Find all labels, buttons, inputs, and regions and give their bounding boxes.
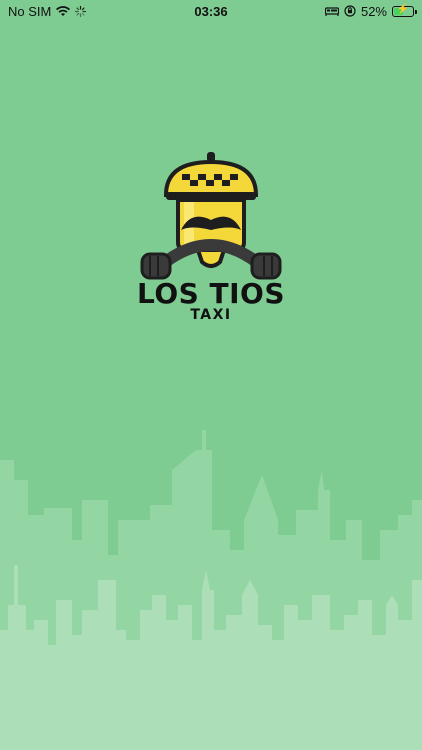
carrier-label: No SIM	[8, 3, 52, 19]
logo-title: LOS TIOS	[136, 277, 286, 310]
charging-bolt-icon: ⚡	[396, 3, 410, 15]
city-skyline	[0, 430, 422, 750]
battery-percent: 52%	[360, 3, 387, 19]
battery-icon: ⚡	[392, 3, 417, 17]
logo-subtitle: TAXI	[190, 307, 232, 323]
orientation-lock-icon	[344, 5, 356, 17]
status-bar: No SIM 03:36 52% ⚡	[0, 0, 422, 22]
loading-icon	[75, 5, 87, 17]
wifi-icon	[56, 5, 71, 16]
status-right: 52% ⚡	[324, 3, 417, 19]
status-left: No SIM	[8, 3, 87, 19]
bed-icon	[324, 7, 339, 16]
